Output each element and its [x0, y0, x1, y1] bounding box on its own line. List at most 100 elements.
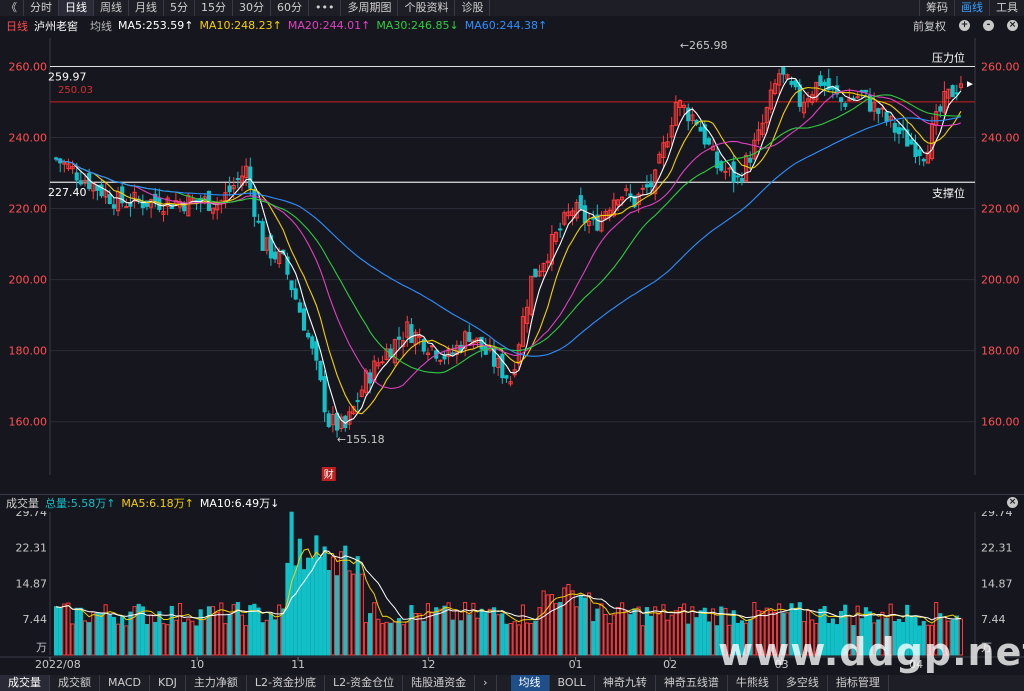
volume-bar	[248, 605, 253, 656]
tab-northbound[interactable]: 陆股通资金	[403, 675, 476, 691]
candle-body	[822, 81, 827, 86]
volume-bar	[272, 619, 278, 656]
volume-bar	[690, 606, 695, 656]
volume-bar	[595, 608, 600, 656]
candle-body	[500, 353, 505, 379]
candle-body	[533, 268, 538, 278]
candle-body	[227, 185, 232, 193]
volume-tick-left: 22.31	[16, 542, 48, 555]
volume-bar	[334, 575, 340, 656]
volume-bar	[206, 606, 212, 656]
volume-bar	[620, 602, 625, 656]
volume-bar	[215, 612, 220, 656]
volume-bar	[512, 621, 517, 656]
volume-bar	[529, 623, 534, 656]
ma30-line	[55, 94, 961, 374]
volume-bar	[582, 597, 588, 656]
candle-body	[892, 122, 897, 133]
candle-body	[706, 138, 711, 145]
volume-bar	[541, 590, 546, 656]
volume-tick-left: 14.87	[16, 578, 48, 591]
x-tick-label: 02	[663, 658, 677, 671]
volume-bar	[702, 607, 707, 656]
candle-body	[884, 111, 889, 122]
candle-body	[297, 302, 302, 313]
support-value: 227.40	[48, 186, 87, 199]
volume-bar	[239, 614, 245, 656]
volume-bar	[277, 604, 282, 656]
tab-macd[interactable]: MACD	[100, 675, 150, 691]
volume-bar	[454, 610, 459, 656]
volume-bar	[574, 606, 579, 656]
candle-body	[909, 139, 914, 145]
tab-indicator-manage[interactable]: 指标管理	[828, 675, 889, 691]
volume-bar	[256, 607, 261, 656]
volume-bar	[343, 545, 348, 656]
tab-volume[interactable]: 成交量	[0, 675, 50, 691]
tab-long-short[interactable]: 多空线	[778, 675, 828, 691]
volume-bar	[310, 557, 315, 656]
tab-main-net[interactable]: 主力净额	[186, 675, 247, 691]
volume-bar	[545, 594, 550, 656]
x-tick-label: 2022/08	[35, 658, 81, 671]
volume-legend: 成交量 总量:5.58万↑ MA5:6.18万↑ MA10:6.49万↓ ×	[0, 494, 1024, 511]
kline-chart[interactable]: 260.00 260.00 240.00 240.00 220.00 220.00 200.…	[0, 0, 1024, 691]
candle-body	[913, 142, 918, 158]
volume-bar	[326, 570, 331, 656]
candle-body	[644, 184, 649, 188]
price-tick-left: 160.00	[9, 416, 48, 429]
tab-l2-bottom[interactable]: L2-资金抄底	[247, 675, 326, 691]
volume-ma10: MA10:6.49万↓	[199, 497, 280, 510]
price-tick-right: 260.00	[981, 60, 1020, 73]
candle-body	[504, 375, 509, 379]
support-label: 支撑位	[932, 186, 965, 200]
price-tick-right: 200.00	[981, 274, 1020, 287]
candle-body	[797, 84, 802, 107]
tab-magic-five[interactable]: 神奇五线谱	[656, 675, 728, 691]
candle-body	[578, 195, 583, 210]
tabs-scroll-arrow[interactable]: ›	[475, 675, 497, 691]
volume-bar	[372, 602, 377, 656]
tab-kdj[interactable]: KDJ	[150, 675, 186, 691]
volume-bar	[268, 613, 273, 656]
volume-bar	[260, 622, 265, 656]
tab-magic-nine[interactable]: 神奇九转	[595, 675, 656, 691]
candle-body	[896, 127, 902, 135]
volume-bar	[396, 618, 402, 656]
volume-bar	[706, 621, 711, 656]
volume-bar	[368, 613, 373, 656]
volume-bar	[99, 612, 104, 656]
candle-body	[818, 75, 823, 86]
volume-bar	[607, 623, 612, 656]
volume-bar	[202, 619, 207, 656]
volume-unit-left: 万	[36, 641, 47, 654]
low-label: ←155.18	[337, 433, 385, 446]
volume-bar	[219, 602, 224, 656]
volume-bar	[491, 607, 497, 656]
tab-boll[interactable]: BOLL	[550, 675, 595, 691]
volume-bar	[442, 605, 447, 656]
tab-l2-position[interactable]: L2-资金仓位	[325, 675, 404, 691]
volume-bar	[330, 556, 335, 656]
volume-bar	[508, 623, 513, 656]
pressure-label: 压力位	[932, 51, 965, 65]
tab-bull-bear[interactable]: 牛熊线	[728, 675, 778, 691]
volume-bar	[244, 625, 249, 656]
candle-body	[450, 352, 455, 355]
candle-body	[467, 332, 472, 342]
tab-ma[interactable]: 均线	[510, 675, 550, 691]
close-icon[interactable]: ×	[1007, 497, 1018, 508]
candle-body	[921, 158, 926, 162]
tab-turnover[interactable]: 成交额	[50, 675, 100, 691]
volume-bar	[677, 606, 683, 656]
candle-body	[748, 157, 753, 163]
volume-bar	[570, 590, 575, 656]
candle-body	[648, 181, 654, 188]
volume-bar	[611, 614, 616, 656]
price-tick-left: 180.00	[9, 345, 48, 358]
volume-bar	[483, 612, 488, 656]
candle-body	[839, 97, 844, 102]
volume-bar	[388, 622, 393, 656]
candle-body	[429, 345, 435, 348]
ma20-line	[55, 89, 962, 390]
